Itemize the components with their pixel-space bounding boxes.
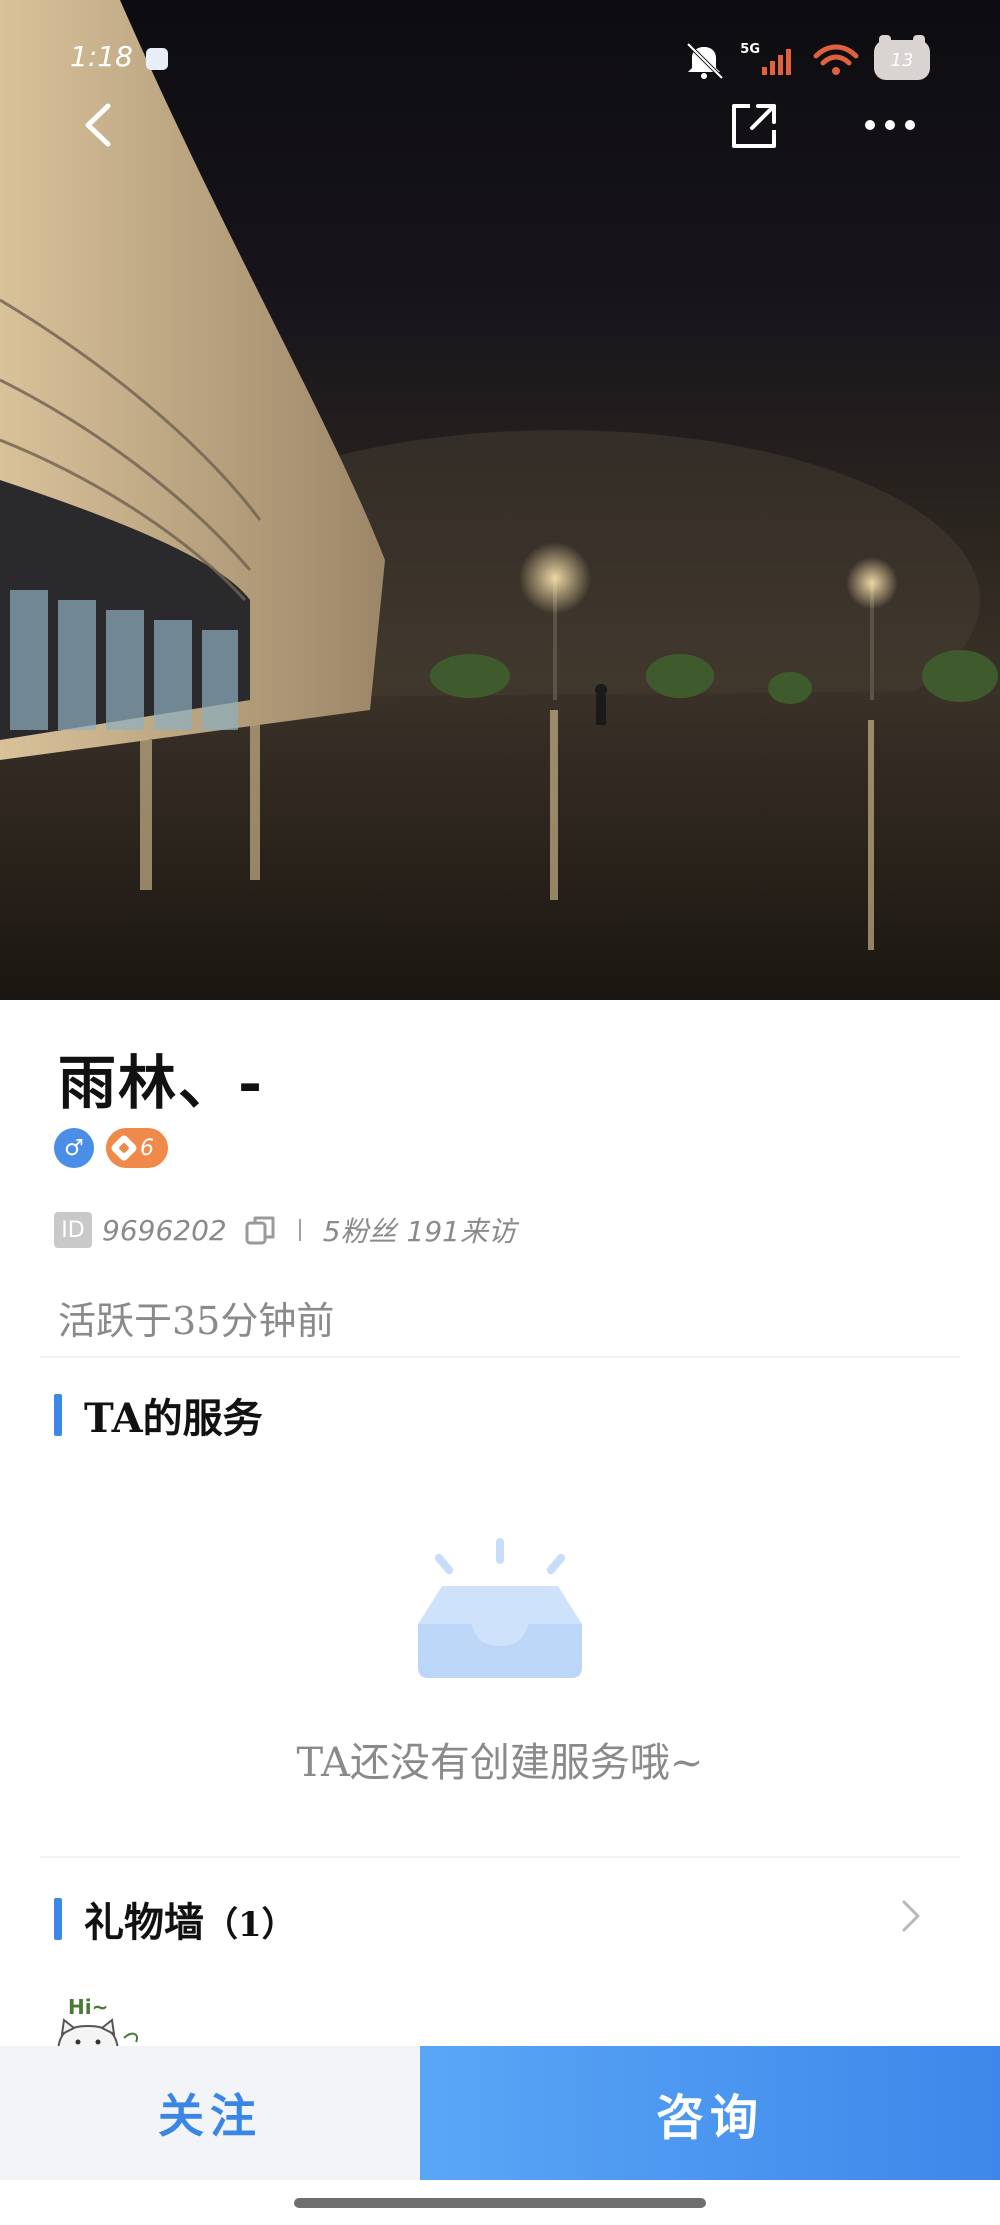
empty-inbox-icon: [418, 1538, 582, 1678]
services-header: TA的服务: [54, 1386, 263, 1444]
followers-count[interactable]: 5粉丝: [323, 1210, 397, 1250]
battery-icon: 13: [874, 40, 930, 80]
divider: [40, 1356, 960, 1358]
profile-badges: ♂ 6: [54, 1128, 168, 1168]
status-bar: 1:18 5G 13: [0, 40, 1000, 80]
consult-button[interactable]: 咨询: [420, 2046, 1000, 2180]
profile-name: 雨林、-: [58, 1049, 265, 1117]
services-empty-text: TA还没有创建服务哦~: [296, 1740, 704, 1786]
separator: [298, 1219, 301, 1241]
signal-icon: [762, 49, 791, 75]
mute-bell-icon: [686, 42, 724, 80]
cat-sticker-image: Hi~: [57, 1995, 138, 2046]
level-badge: 6: [106, 1128, 168, 1168]
cover-photo: 1:18 5G 13: [0, 0, 1000, 1000]
share-icon[interactable]: [726, 98, 782, 154]
status-time: 1:18: [70, 40, 133, 73]
wifi-icon: [813, 44, 859, 75]
gender-male-icon: ♂: [54, 1128, 94, 1168]
bottom-action-bar: 关注 咨询: [0, 2046, 1000, 2180]
chevron-right-icon[interactable]: [896, 1896, 926, 1936]
night-station-scene: [0, 0, 1000, 1000]
divider: [40, 1856, 960, 1858]
gift-wall-count: （1）: [204, 1905, 296, 1945]
network-type: 5G: [740, 41, 760, 57]
gift-wall-title: 礼物墙（1）: [84, 1899, 296, 1946]
gift-wall-header[interactable]: 礼物墙（1）: [54, 1890, 296, 1948]
diamond-icon: [109, 1133, 139, 1163]
more-icon[interactable]: [862, 112, 918, 138]
services-title: TA的服务: [84, 1395, 263, 1442]
level-value: 6: [140, 1135, 154, 1161]
home-indicator[interactable]: [294, 2198, 706, 2208]
profile-meta: ID 9696202 5粉丝 191来访: [54, 1210, 516, 1250]
section-accent-bar: [54, 1898, 62, 1940]
back-icon[interactable]: [78, 100, 122, 150]
copy-icon[interactable]: [243, 1213, 277, 1247]
sticker-hi-text: Hi~: [68, 1995, 108, 2019]
follow-button[interactable]: 关注: [0, 2046, 420, 2180]
app-notification-icon: [146, 48, 168, 70]
id-value: 9696202: [102, 1213, 227, 1247]
id-label: ID: [54, 1212, 92, 1248]
gift-item-cat-sticker[interactable]: Hi~: [52, 1990, 152, 2046]
section-accent-bar: [54, 1394, 62, 1436]
last-active: 活跃于35分钟前: [58, 1299, 335, 1343]
visits-count[interactable]: 191来访: [407, 1210, 516, 1250]
